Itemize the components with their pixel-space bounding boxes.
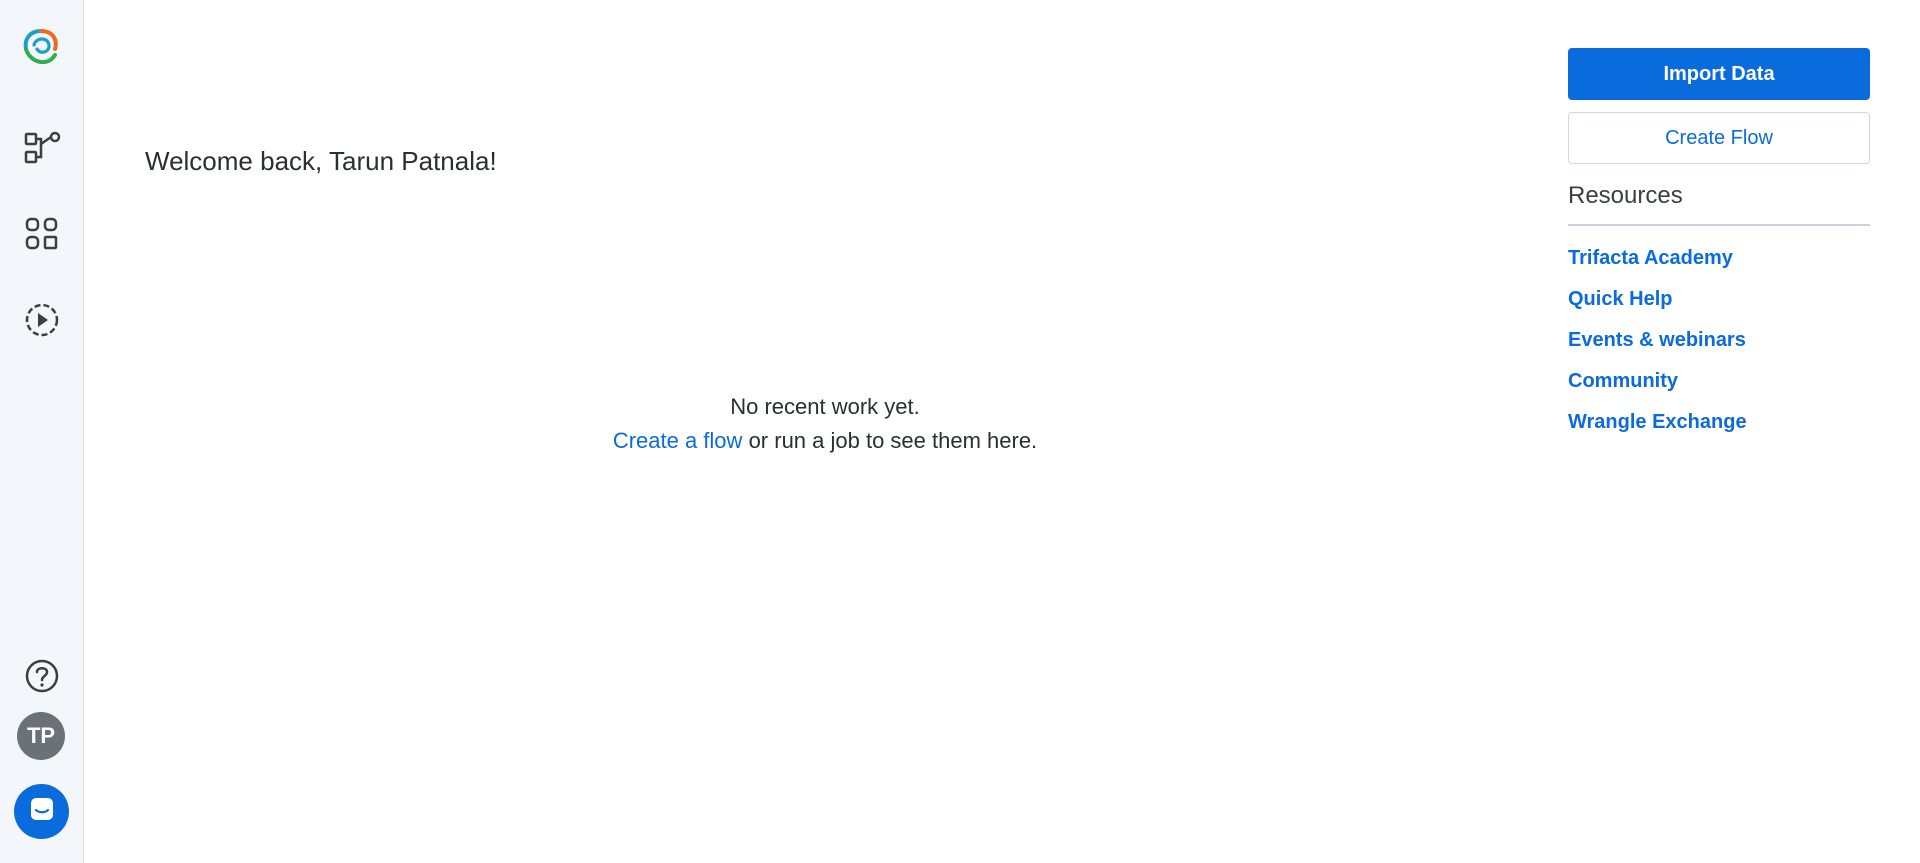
- welcome-heading: Welcome back, Tarun Patnala!: [145, 146, 497, 176]
- sidebar: TP: [0, 0, 84, 863]
- resource-link-community[interactable]: Community: [1568, 361, 1870, 402]
- avatar-initials: TP: [26, 723, 56, 748]
- flows-nav[interactable]: [18, 124, 66, 172]
- resource-link-wrangle-exchange[interactable]: Wrangle Exchange: [1568, 402, 1870, 443]
- resource-link-quick-help[interactable]: Quick Help: [1568, 279, 1870, 320]
- avatar[interactable]: TP: [17, 712, 65, 760]
- right-panel: Import Data Create Flow Resources Trifac…: [1568, 48, 1870, 443]
- jobs-nav[interactable]: [18, 296, 66, 344]
- empty-state: No recent work yet. Create a flow or run…: [560, 390, 1090, 458]
- resources-heading: Resources: [1568, 182, 1870, 226]
- empty-state-title: No recent work yet.: [730, 394, 920, 419]
- create-flow-link[interactable]: Create a flow: [613, 428, 743, 453]
- grid-icon: [22, 214, 62, 254]
- import-data-button[interactable]: Import Data: [1568, 48, 1870, 100]
- empty-state-message: Create a flow or run a job to see them h…: [560, 424, 1090, 458]
- create-flow-button[interactable]: Create Flow: [1568, 112, 1870, 164]
- flow-icon: [22, 128, 62, 168]
- chat-button[interactable]: [14, 784, 69, 839]
- library-nav[interactable]: [18, 210, 66, 258]
- chat-icon: [27, 794, 57, 829]
- resources-list: Trifacta Academy Quick Help Events & web…: [1568, 238, 1870, 443]
- trifacta-logo[interactable]: [18, 25, 64, 71]
- resource-link-events-webinars[interactable]: Events & webinars: [1568, 320, 1870, 361]
- resource-link-trifacta-academy[interactable]: Trifacta Academy: [1568, 238, 1870, 279]
- play-circle-icon: [22, 300, 62, 340]
- help-button[interactable]: [18, 652, 66, 700]
- help-circle-icon: [22, 656, 62, 696]
- empty-state-text: or run a job to see them here.: [748, 428, 1038, 453]
